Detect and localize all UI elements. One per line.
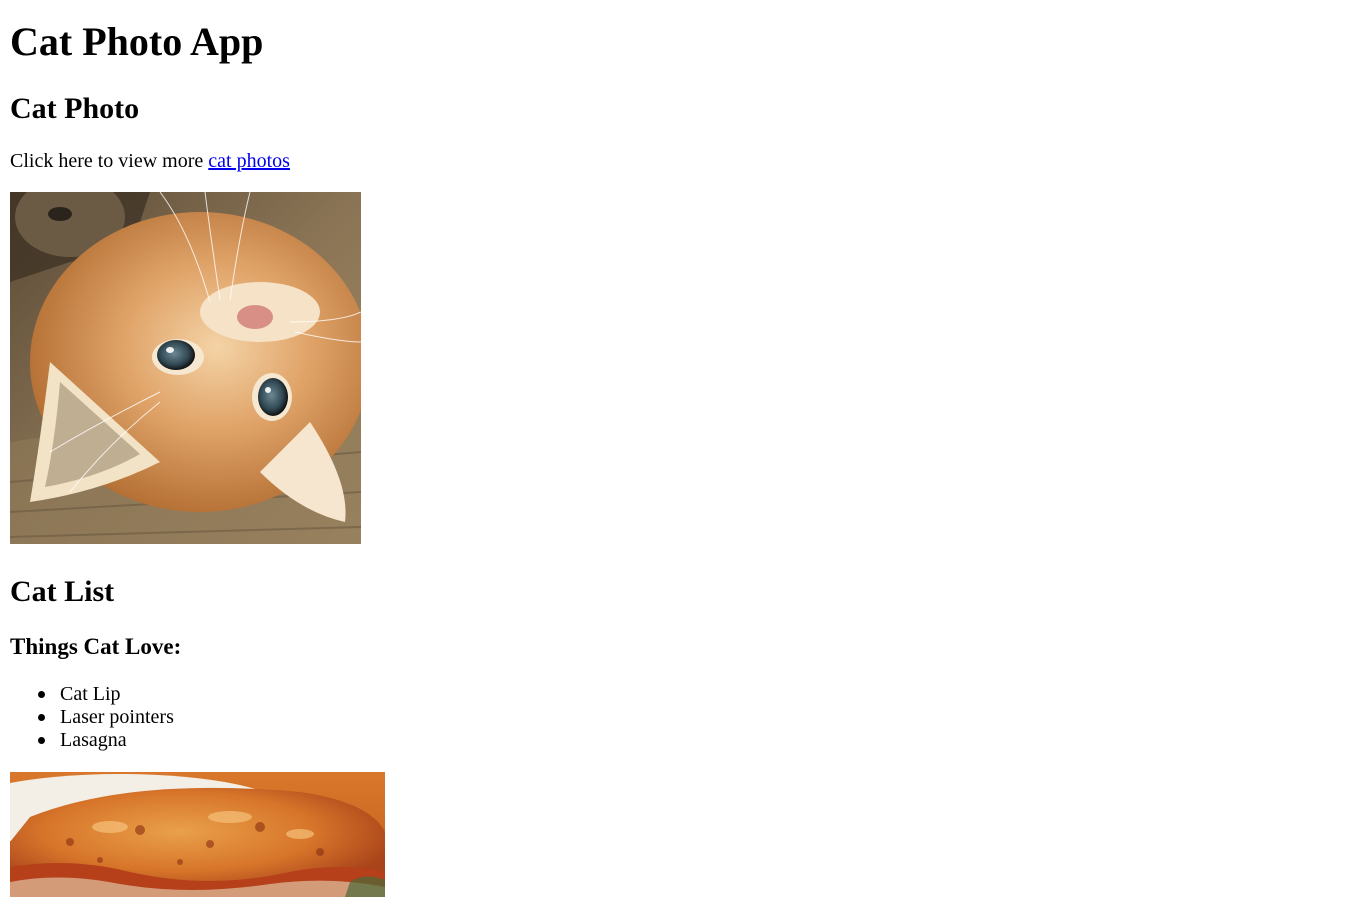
list-item-label: Cat Lip xyxy=(60,683,121,705)
lasagna-photo-icon xyxy=(10,772,385,897)
bullet-icon xyxy=(38,691,45,698)
list-item: Lasagna xyxy=(38,729,174,752)
bullet-icon xyxy=(38,737,45,744)
list-item-label: Lasagna xyxy=(60,729,127,751)
kitten-photo-icon xyxy=(10,192,361,544)
more-photos-text: Click here to view more xyxy=(10,150,209,172)
more-photos-paragraph: Click here to view more cat photos xyxy=(10,149,290,173)
kitten-image[interactable] xyxy=(10,192,361,544)
list-item-label: Laser pointers xyxy=(60,706,174,728)
lasagna-image xyxy=(10,772,385,897)
bullet-icon xyxy=(38,714,45,721)
cat-list-heading: Cat List xyxy=(10,575,115,608)
things-cat-love-heading: Things Cat Love: xyxy=(10,634,182,659)
page-title: Cat Photo App xyxy=(10,19,264,64)
cat-love-list: Cat Lip Laser pointers Lasagna xyxy=(10,683,174,752)
list-item: Laser pointers xyxy=(38,706,174,729)
cat-photos-link[interactable]: cat photos xyxy=(208,150,290,172)
list-item: Cat Lip xyxy=(38,683,174,706)
cat-photo-heading: Cat Photo xyxy=(10,92,140,125)
